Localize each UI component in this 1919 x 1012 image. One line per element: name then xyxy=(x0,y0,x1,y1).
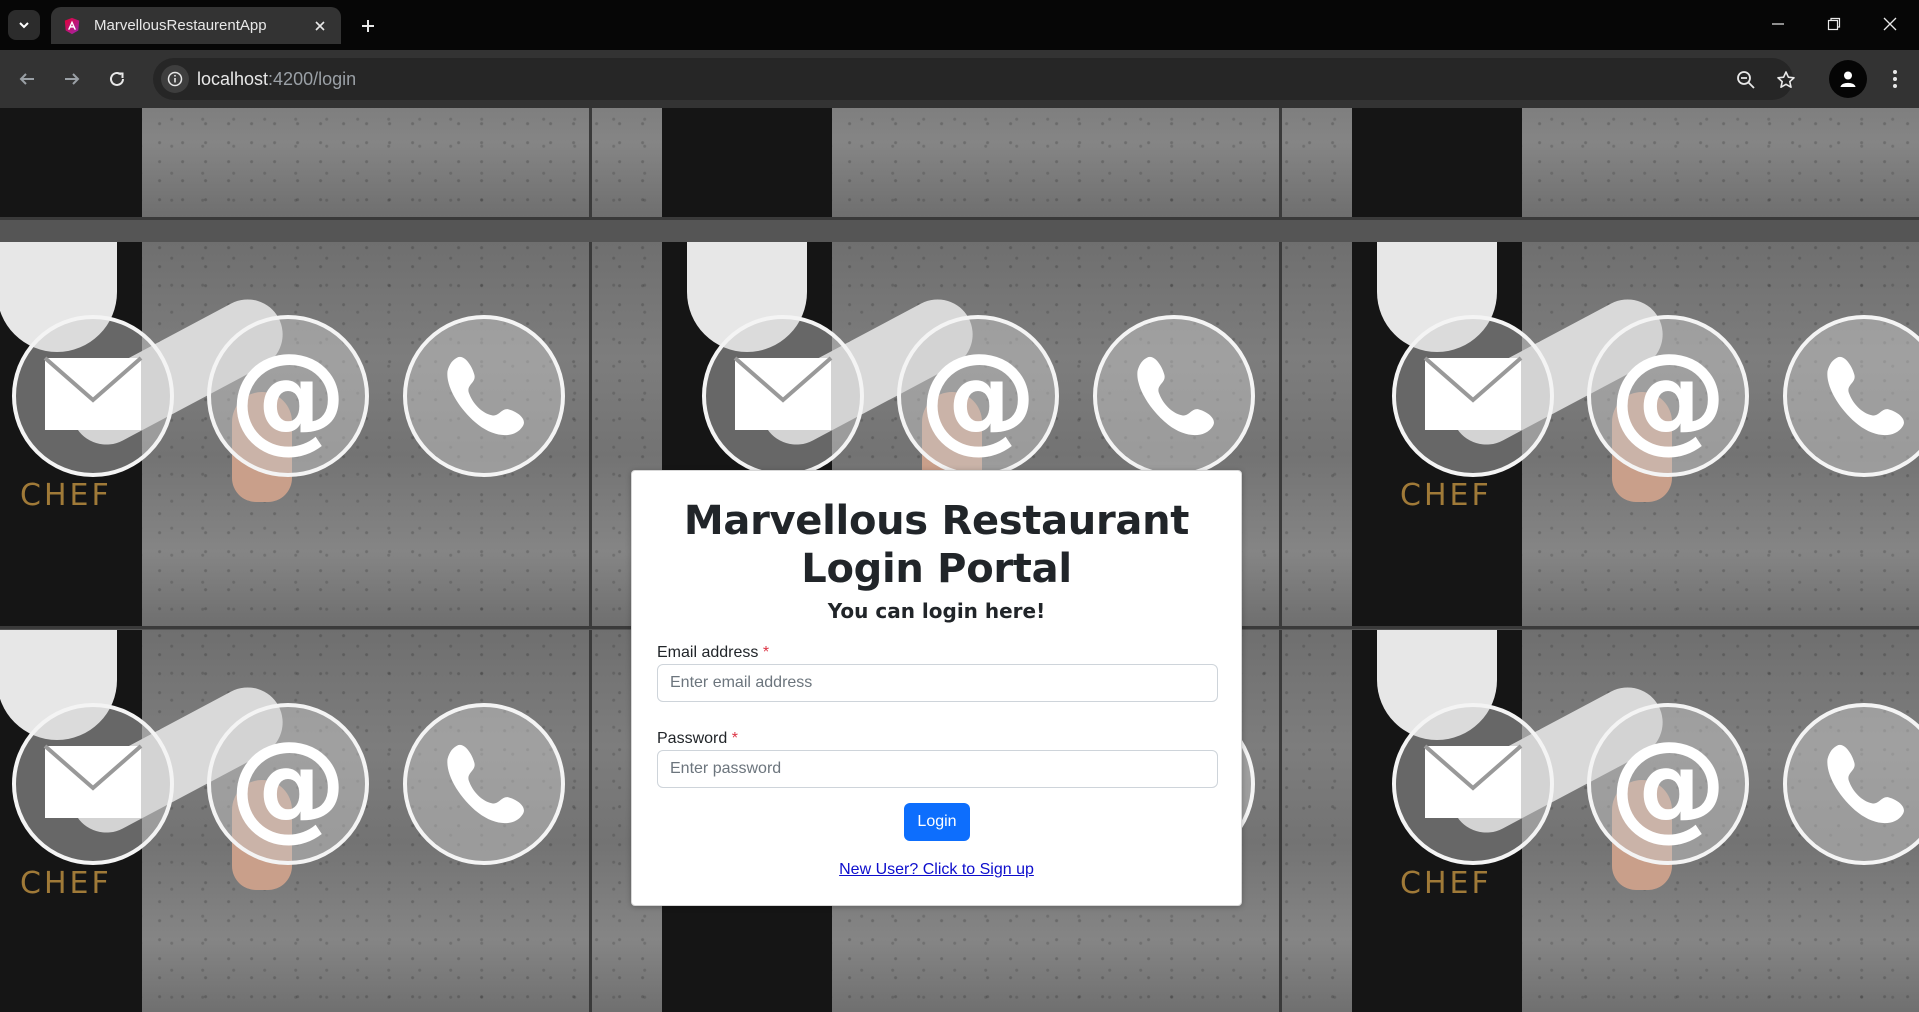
background-tile: CHEF@ xyxy=(0,108,592,220)
apron-shape xyxy=(1352,630,1522,1012)
address-bar[interactable]: localhost:4200/login xyxy=(153,58,1795,100)
star-icon xyxy=(1777,71,1795,88)
minimize-icon xyxy=(1772,23,1784,25)
login-card: Marvellous Restaurant Login Portal You c… xyxy=(631,470,1242,906)
zoom-out-icon xyxy=(1737,71,1755,89)
page-title: Marvellous Restaurant Login Portal xyxy=(683,498,1190,592)
url-text: localhost:4200/login xyxy=(197,69,356,90)
site-info-button[interactable] xyxy=(161,65,189,93)
at-sign-icon: @ xyxy=(1587,703,1749,865)
hand-shape xyxy=(232,392,292,502)
phone-icon xyxy=(1783,703,1919,865)
password-label: Password * xyxy=(657,730,738,748)
chevron-down-icon xyxy=(19,22,29,29)
background-tile: CHEF @ xyxy=(1282,630,1919,1012)
zoom-button[interactable] xyxy=(1733,67,1759,93)
minimize-button[interactable] xyxy=(1749,0,1807,48)
background-tile: CHEF@ xyxy=(592,108,1282,220)
arm-shape xyxy=(749,287,985,457)
profile-button[interactable] xyxy=(1829,60,1867,98)
apron-shape xyxy=(0,108,142,220)
background-tile: CHEF @ xyxy=(1282,242,1919,629)
shirt-shape xyxy=(1377,242,1497,352)
info-icon xyxy=(167,71,183,87)
email-label-text: Email address xyxy=(657,644,759,661)
browser-toolbar: localhost:4200/login xyxy=(0,50,1919,108)
login-button[interactable]: Login xyxy=(904,803,970,841)
arm-shape xyxy=(1439,287,1675,457)
page-subtitle: You can login here! xyxy=(827,599,1046,623)
hand-shape xyxy=(232,780,292,890)
url-path: :4200/login xyxy=(268,69,357,89)
apron-shape xyxy=(1352,242,1522,629)
required-marker: * xyxy=(762,644,770,661)
person-icon xyxy=(1840,71,1856,87)
shirt-shape xyxy=(1377,630,1497,740)
envelope-icon xyxy=(12,703,174,865)
phone-icon xyxy=(1783,315,1919,477)
phone-icon xyxy=(403,315,565,477)
envelope-icon xyxy=(1392,315,1554,477)
envelope-icon xyxy=(702,315,864,477)
signup-link[interactable]: New User? Click to Sign up xyxy=(632,861,1241,879)
at-sign-icon: @ xyxy=(207,703,369,865)
restore-icon xyxy=(1827,17,1841,31)
apron-text: CHEF xyxy=(1400,478,1492,513)
restore-button[interactable] xyxy=(1805,0,1863,48)
tab-active[interactable]: MarvellousRestaurentApp xyxy=(51,7,341,44)
close-icon xyxy=(1883,17,1897,31)
plus-icon xyxy=(362,20,374,32)
apron-shape xyxy=(0,242,142,629)
close-icon xyxy=(315,20,325,31)
tab-strip: MarvellousRestaurentApp xyxy=(0,0,1919,50)
page-viewport: CHEF@CHEF@CHEF@CHEF@CHEF@CHEF@CHEF@CHEF@… xyxy=(0,108,1919,1012)
envelope-icon xyxy=(12,315,174,477)
password-label-text: Password xyxy=(657,730,728,747)
envelope-icon xyxy=(1392,703,1554,865)
shirt-shape xyxy=(687,242,807,352)
required-marker: * xyxy=(731,730,738,747)
apron-shape xyxy=(662,108,832,220)
arm-shape xyxy=(1439,675,1675,845)
forward-button[interactable] xyxy=(55,62,89,96)
reload-icon xyxy=(110,71,124,86)
background-tile: CHEF @ xyxy=(0,242,592,629)
email-label: Email address * xyxy=(657,644,769,662)
shirt-shape xyxy=(0,242,117,352)
back-button[interactable] xyxy=(10,62,44,96)
apron-text: CHEF xyxy=(20,866,112,901)
apron-text: CHEF xyxy=(20,478,112,513)
shirt-shape xyxy=(0,630,117,740)
arm-shape xyxy=(59,675,295,845)
tab-title: MarvellousRestaurentApp xyxy=(94,17,267,34)
tab-search-button[interactable] xyxy=(8,10,40,40)
at-sign-icon: @ xyxy=(897,315,1059,477)
reload-button[interactable] xyxy=(100,62,134,96)
tab-close-button[interactable] xyxy=(309,15,331,37)
bookmark-button[interactable] xyxy=(1773,67,1799,93)
arm-shape xyxy=(59,287,295,457)
browser-menu-button[interactable] xyxy=(1880,64,1910,94)
new-tab-button[interactable] xyxy=(354,12,382,40)
email-field[interactable] xyxy=(657,664,1218,702)
arrow-left-icon xyxy=(19,73,34,85)
phone-icon xyxy=(403,703,565,865)
apron-shape xyxy=(0,630,142,1012)
url-host: localhost xyxy=(197,69,269,89)
close-window-button[interactable] xyxy=(1861,0,1919,48)
hand-shape xyxy=(1612,780,1672,890)
arrow-right-icon xyxy=(65,73,80,85)
phone-icon xyxy=(1093,315,1255,477)
at-sign-icon: @ xyxy=(207,315,369,477)
apron-shape xyxy=(1352,108,1522,220)
background-tile: CHEF @ xyxy=(0,630,592,1012)
apron-text: CHEF xyxy=(1400,866,1492,901)
angular-logo-icon xyxy=(64,17,80,34)
background-tile: CHEF@ xyxy=(1282,108,1919,220)
at-sign-icon: @ xyxy=(1587,315,1749,477)
more-vertical-icon xyxy=(1893,70,1897,88)
hand-shape xyxy=(1612,392,1672,502)
password-field[interactable] xyxy=(657,750,1218,788)
